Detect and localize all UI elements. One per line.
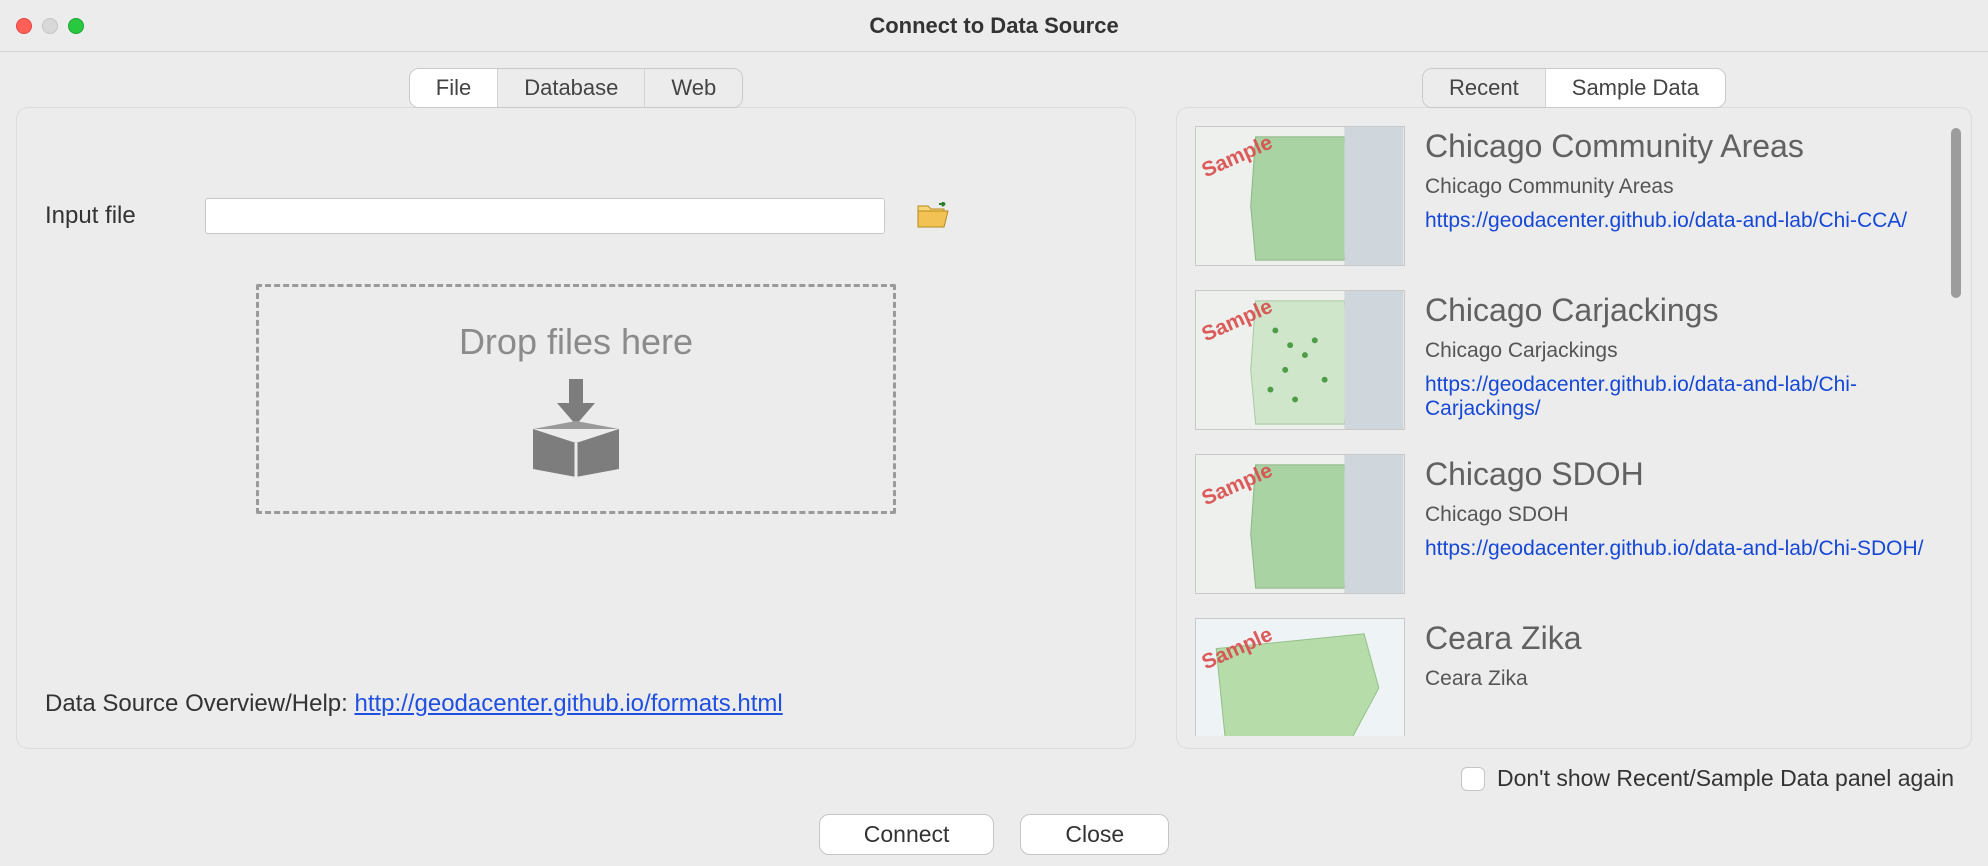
source-type-tabs: File Database Web bbox=[409, 68, 743, 108]
tab-sample-data[interactable]: Sample Data bbox=[1546, 69, 1725, 107]
browse-file-button[interactable] bbox=[915, 201, 951, 231]
sample-title: Chicago Carjackings bbox=[1425, 292, 1937, 329]
sample-thumbnail: Sample bbox=[1195, 126, 1405, 266]
tab-file-label: File bbox=[436, 75, 471, 100]
titlebar: Connect to Data Source bbox=[0, 0, 1988, 52]
input-file-field[interactable] bbox=[205, 198, 885, 234]
help-line: Data Source Overview/Help: http://geodac… bbox=[45, 650, 1107, 718]
sample-link[interactable]: https://geodacenter.github.io/data-and-l… bbox=[1425, 209, 1907, 233]
sample-link[interactable]: https://geodacenter.github.io/data-and-l… bbox=[1425, 373, 1937, 421]
tab-recent[interactable]: Recent bbox=[1423, 69, 1546, 107]
maximize-window-button[interactable] bbox=[68, 18, 84, 34]
sample-title: Chicago SDOH bbox=[1425, 456, 1923, 493]
tab-database-label: Database bbox=[524, 75, 618, 100]
sample-subtitle: Chicago SDOH bbox=[1425, 503, 1923, 527]
sample-title: Ceara Zika bbox=[1425, 620, 1582, 657]
help-link[interactable]: http://geodacenter.github.io/formats.htm… bbox=[354, 690, 782, 717]
open-folder-icon bbox=[916, 202, 950, 230]
sample-subtitle: Chicago Carjackings bbox=[1425, 339, 1937, 363]
drop-box-icon bbox=[521, 377, 631, 477]
sample-item[interactable]: Sample Chicago Community Areas Chicago C… bbox=[1195, 126, 1937, 266]
close-button-label: Close bbox=[1065, 821, 1124, 847]
tab-database[interactable]: Database bbox=[498, 69, 645, 107]
sample-thumbnail: Sample bbox=[1195, 290, 1405, 430]
sample-thumbnail: Sample bbox=[1195, 618, 1405, 736]
sample-item[interactable]: Sample Ceara Zika Ceara Zika bbox=[1195, 618, 1937, 736]
sample-item[interactable]: Sample Chicago Carjackings Chicago Carja… bbox=[1195, 290, 1937, 430]
tab-web[interactable]: Web bbox=[645, 69, 742, 107]
minimize-window-button[interactable] bbox=[42, 18, 58, 34]
sample-item[interactable]: Sample Chicago SDOH Chicago SDOH https:/… bbox=[1195, 454, 1937, 594]
close-window-button[interactable] bbox=[16, 18, 32, 34]
tab-web-label: Web bbox=[671, 75, 716, 100]
input-file-label: Input file bbox=[45, 202, 175, 230]
drop-files-zone[interactable]: Drop files here bbox=[256, 284, 896, 514]
traffic-lights bbox=[16, 18, 84, 34]
sample-subtitle: Ceara Zika bbox=[1425, 667, 1582, 691]
tab-recent-label: Recent bbox=[1449, 75, 1519, 100]
sample-title: Chicago Community Areas bbox=[1425, 128, 1907, 165]
drop-zone-text: Drop files here bbox=[459, 321, 693, 363]
help-label: Data Source Overview/Help: bbox=[45, 690, 354, 717]
window-title: Connect to Data Source bbox=[0, 13, 1988, 39]
sample-list[interactable]: Sample Chicago Community Areas Chicago C… bbox=[1195, 126, 1961, 736]
sample-tabs: Recent Sample Data bbox=[1422, 68, 1726, 108]
sample-data-panel: Sample Chicago Community Areas Chicago C… bbox=[1176, 107, 1972, 749]
hide-panel-checkbox[interactable] bbox=[1461, 767, 1485, 791]
file-panel: Input file Drop files here bbox=[16, 107, 1136, 749]
sample-thumbnail: Sample bbox=[1195, 454, 1405, 594]
close-button[interactable]: Close bbox=[1020, 814, 1169, 855]
sample-link[interactable]: https://geodacenter.github.io/data-and-l… bbox=[1425, 537, 1923, 561]
sample-subtitle: Chicago Community Areas bbox=[1425, 175, 1907, 199]
hide-panel-label: Don't show Recent/Sample Data panel agai… bbox=[1497, 765, 1954, 792]
tab-sample-data-label: Sample Data bbox=[1572, 75, 1699, 100]
tab-file[interactable]: File bbox=[410, 69, 498, 107]
connect-button-label: Connect bbox=[864, 821, 950, 847]
scrollbar-thumb[interactable] bbox=[1951, 128, 1961, 298]
connect-button[interactable]: Connect bbox=[819, 814, 995, 855]
